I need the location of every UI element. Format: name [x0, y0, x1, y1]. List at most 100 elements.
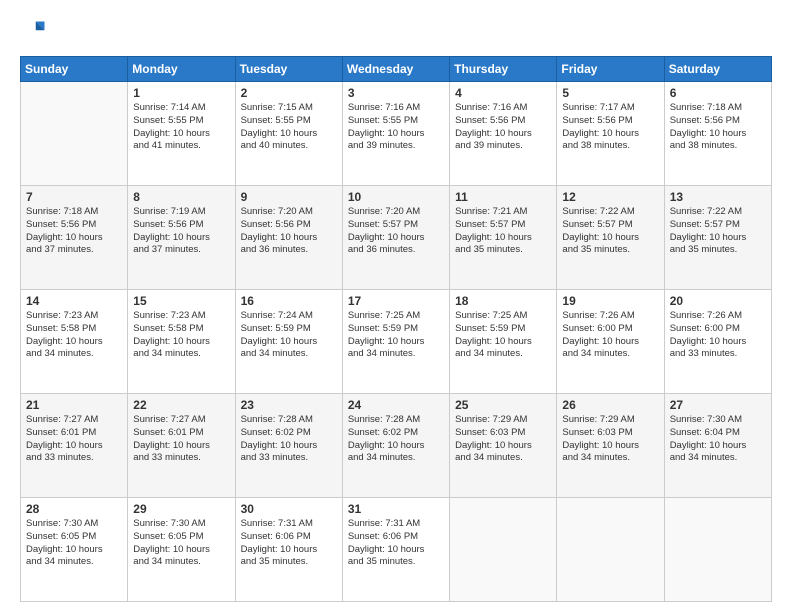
day-info: Sunrise: 7:17 AM Sunset: 5:56 PM Dayligh… — [562, 102, 658, 153]
calendar-cell — [21, 82, 128, 186]
day-info: Sunrise: 7:24 AM Sunset: 5:59 PM Dayligh… — [241, 310, 337, 361]
day-number: 3 — [348, 86, 444, 100]
day-number: 18 — [455, 294, 551, 308]
day-info: Sunrise: 7:18 AM Sunset: 5:56 PM Dayligh… — [26, 206, 122, 257]
day-info: Sunrise: 7:23 AM Sunset: 5:58 PM Dayligh… — [133, 310, 229, 361]
calendar-cell: 11Sunrise: 7:21 AM Sunset: 5:57 PM Dayli… — [450, 186, 557, 290]
day-info: Sunrise: 7:30 AM Sunset: 6:05 PM Dayligh… — [133, 518, 229, 569]
day-number: 14 — [26, 294, 122, 308]
day-number: 20 — [670, 294, 766, 308]
calendar-cell: 25 Sunrise: 7:29 AM Sunset: 6:03 PM Dayli… — [450, 394, 557, 498]
calendar-cell: 22 Sunrise: 7:27 AM Sunset: 6:01 PM Dayli… — [128, 394, 235, 498]
day-info: Sunrise: 7:22 AM Sunset: 5:57 PM Dayligh… — [670, 206, 766, 257]
header — [20, 18, 772, 46]
calendar-cell: 2 Sunrise: 7:15 AM Sunset: 5:55 PM Daylig… — [235, 82, 342, 186]
calendar-cell: 13 Sunrise: 7:22 AM Sunset: 5:57 PM Dayli… — [664, 186, 771, 290]
calendar-cell: 20 Sunrise: 7:26 AM Sunset: 6:00 PM Dayli… — [664, 290, 771, 394]
day-number: 2 — [241, 86, 337, 100]
day-info: Sunrise: 7:22 AM Sunset: 5:57 PM Dayligh… — [562, 206, 658, 257]
day-number: 8 — [133, 190, 229, 204]
col-header-thursday: Thursday — [450, 57, 557, 82]
day-info: Sunrise: 7:18 AM Sunset: 5:56 PM Dayligh… — [670, 102, 766, 153]
day-info: Sunrise: 7:30 AM Sunset: 6:04 PM Dayligh… — [670, 414, 766, 465]
calendar-cell — [557, 498, 664, 602]
day-info: Sunrise: 7:26 AM Sunset: 6:00 PM Dayligh… — [670, 310, 766, 361]
day-info: Sunrise: 7:15 AM Sunset: 5:55 PM Dayligh… — [241, 102, 337, 153]
calendar-cell: 19Sunrise: 7:26 AM Sunset: 6:00 PM Dayli… — [557, 290, 664, 394]
day-info: Sunrise: 7:20 AM Sunset: 5:57 PM Dayligh… — [348, 206, 444, 257]
day-number: 28 — [26, 502, 122, 516]
day-number: 17 — [348, 294, 444, 308]
col-header-monday: Monday — [128, 57, 235, 82]
calendar-cell: 18 Sunrise: 7:25 AM Sunset: 5:59 PM Dayli… — [450, 290, 557, 394]
day-number: 4 — [455, 86, 551, 100]
day-info: Sunrise: 7:31 AM Sunset: 6:06 PM Dayligh… — [348, 518, 444, 569]
calendar-cell: 29 Sunrise: 7:30 AM Sunset: 6:05 PM Dayli… — [128, 498, 235, 602]
day-number: 6 — [670, 86, 766, 100]
day-info: Sunrise: 7:16 AM Sunset: 5:55 PM Dayligh… — [348, 102, 444, 153]
day-info: Sunrise: 7:14 AM Sunset: 5:55 PM Dayligh… — [133, 102, 229, 153]
page: SundayMondayTuesdayWednesdayThursdayFrid… — [0, 0, 792, 612]
day-info: Sunrise: 7:25 AM Sunset: 5:59 PM Dayligh… — [348, 310, 444, 361]
calendar-cell: 16 Sunrise: 7:24 AM Sunset: 5:59 PM Dayli… — [235, 290, 342, 394]
day-info: Sunrise: 7:27 AM Sunset: 6:01 PM Dayligh… — [133, 414, 229, 465]
logo — [20, 18, 52, 46]
calendar-cell: 8 Sunrise: 7:19 AM Sunset: 5:56 PM Daylig… — [128, 186, 235, 290]
col-header-saturday: Saturday — [664, 57, 771, 82]
calendar-cell: 7 Sunrise: 7:18 AM Sunset: 5:56 PM Daylig… — [21, 186, 128, 290]
day-info: Sunrise: 7:23 AM Sunset: 5:58 PM Dayligh… — [26, 310, 122, 361]
calendar-cell: 6 Sunrise: 7:18 AM Sunset: 5:56 PM Daylig… — [664, 82, 771, 186]
col-header-sunday: Sunday — [21, 57, 128, 82]
day-number: 31 — [348, 502, 444, 516]
calendar-cell: 27Sunrise: 7:30 AM Sunset: 6:04 PM Dayli… — [664, 394, 771, 498]
calendar-cell: 9 Sunrise: 7:20 AM Sunset: 5:56 PM Daylig… — [235, 186, 342, 290]
calendar-cell: 1Sunrise: 7:14 AM Sunset: 5:55 PM Daylig… — [128, 82, 235, 186]
day-number: 9 — [241, 190, 337, 204]
day-number: 25 — [455, 398, 551, 412]
day-number: 5 — [562, 86, 658, 100]
day-info: Sunrise: 7:16 AM Sunset: 5:56 PM Dayligh… — [455, 102, 551, 153]
day-number: 12 — [562, 190, 658, 204]
calendar-cell: 26 Sunrise: 7:29 AM Sunset: 6:03 PM Dayli… — [557, 394, 664, 498]
calendar-cell: 31 Sunrise: 7:31 AM Sunset: 6:06 PM Dayli… — [342, 498, 449, 602]
calendar-cell: 17 Sunrise: 7:25 AM Sunset: 5:59 PM Dayli… — [342, 290, 449, 394]
day-info: Sunrise: 7:25 AM Sunset: 5:59 PM Dayligh… — [455, 310, 551, 361]
day-number: 21 — [26, 398, 122, 412]
day-number: 19 — [562, 294, 658, 308]
day-info: Sunrise: 7:28 AM Sunset: 6:02 PM Dayligh… — [348, 414, 444, 465]
calendar-cell: 12 Sunrise: 7:22 AM Sunset: 5:57 PM Dayli… — [557, 186, 664, 290]
logo-icon — [20, 18, 48, 46]
day-number: 7 — [26, 190, 122, 204]
day-info: Sunrise: 7:28 AM Sunset: 6:02 PM Dayligh… — [241, 414, 337, 465]
header-row: SundayMondayTuesdayWednesdayThursdayFrid… — [21, 57, 772, 82]
week-row-1: 1Sunrise: 7:14 AM Sunset: 5:55 PM Daylig… — [21, 82, 772, 186]
day-number: 10 — [348, 190, 444, 204]
day-number: 30 — [241, 502, 337, 516]
week-row-3: 14 Sunrise: 7:23 AM Sunset: 5:58 PM Dayli… — [21, 290, 772, 394]
calendar-cell: 30Sunrise: 7:31 AM Sunset: 6:06 PM Dayli… — [235, 498, 342, 602]
calendar-cell: 28Sunrise: 7:30 AM Sunset: 6:05 PM Dayli… — [21, 498, 128, 602]
day-info: Sunrise: 7:27 AM Sunset: 6:01 PM Dayligh… — [26, 414, 122, 465]
week-row-4: 21 Sunrise: 7:27 AM Sunset: 6:01 PM Dayli… — [21, 394, 772, 498]
day-info: Sunrise: 7:20 AM Sunset: 5:56 PM Dayligh… — [241, 206, 337, 257]
calendar-cell: 14 Sunrise: 7:23 AM Sunset: 5:58 PM Dayli… — [21, 290, 128, 394]
calendar-cell: 10 Sunrise: 7:20 AM Sunset: 5:57 PM Dayli… — [342, 186, 449, 290]
day-info: Sunrise: 7:29 AM Sunset: 6:03 PM Dayligh… — [562, 414, 658, 465]
day-info: Sunrise: 7:29 AM Sunset: 6:03 PM Dayligh… — [455, 414, 551, 465]
day-number: 24 — [348, 398, 444, 412]
calendar-cell: 3 Sunrise: 7:16 AM Sunset: 5:55 PM Daylig… — [342, 82, 449, 186]
calendar-cell: 4 Sunrise: 7:16 AM Sunset: 5:56 PM Daylig… — [450, 82, 557, 186]
calendar-cell — [664, 498, 771, 602]
day-number: 29 — [133, 502, 229, 516]
day-number: 11 — [455, 190, 551, 204]
day-number: 13 — [670, 190, 766, 204]
calendar-cell: 24 Sunrise: 7:28 AM Sunset: 6:02 PM Dayli… — [342, 394, 449, 498]
day-number: 26 — [562, 398, 658, 412]
day-number: 22 — [133, 398, 229, 412]
col-header-wednesday: Wednesday — [342, 57, 449, 82]
day-info: Sunrise: 7:19 AM Sunset: 5:56 PM Dayligh… — [133, 206, 229, 257]
day-number: 16 — [241, 294, 337, 308]
day-number: 23 — [241, 398, 337, 412]
col-header-friday: Friday — [557, 57, 664, 82]
week-row-2: 7 Sunrise: 7:18 AM Sunset: 5:56 PM Daylig… — [21, 186, 772, 290]
